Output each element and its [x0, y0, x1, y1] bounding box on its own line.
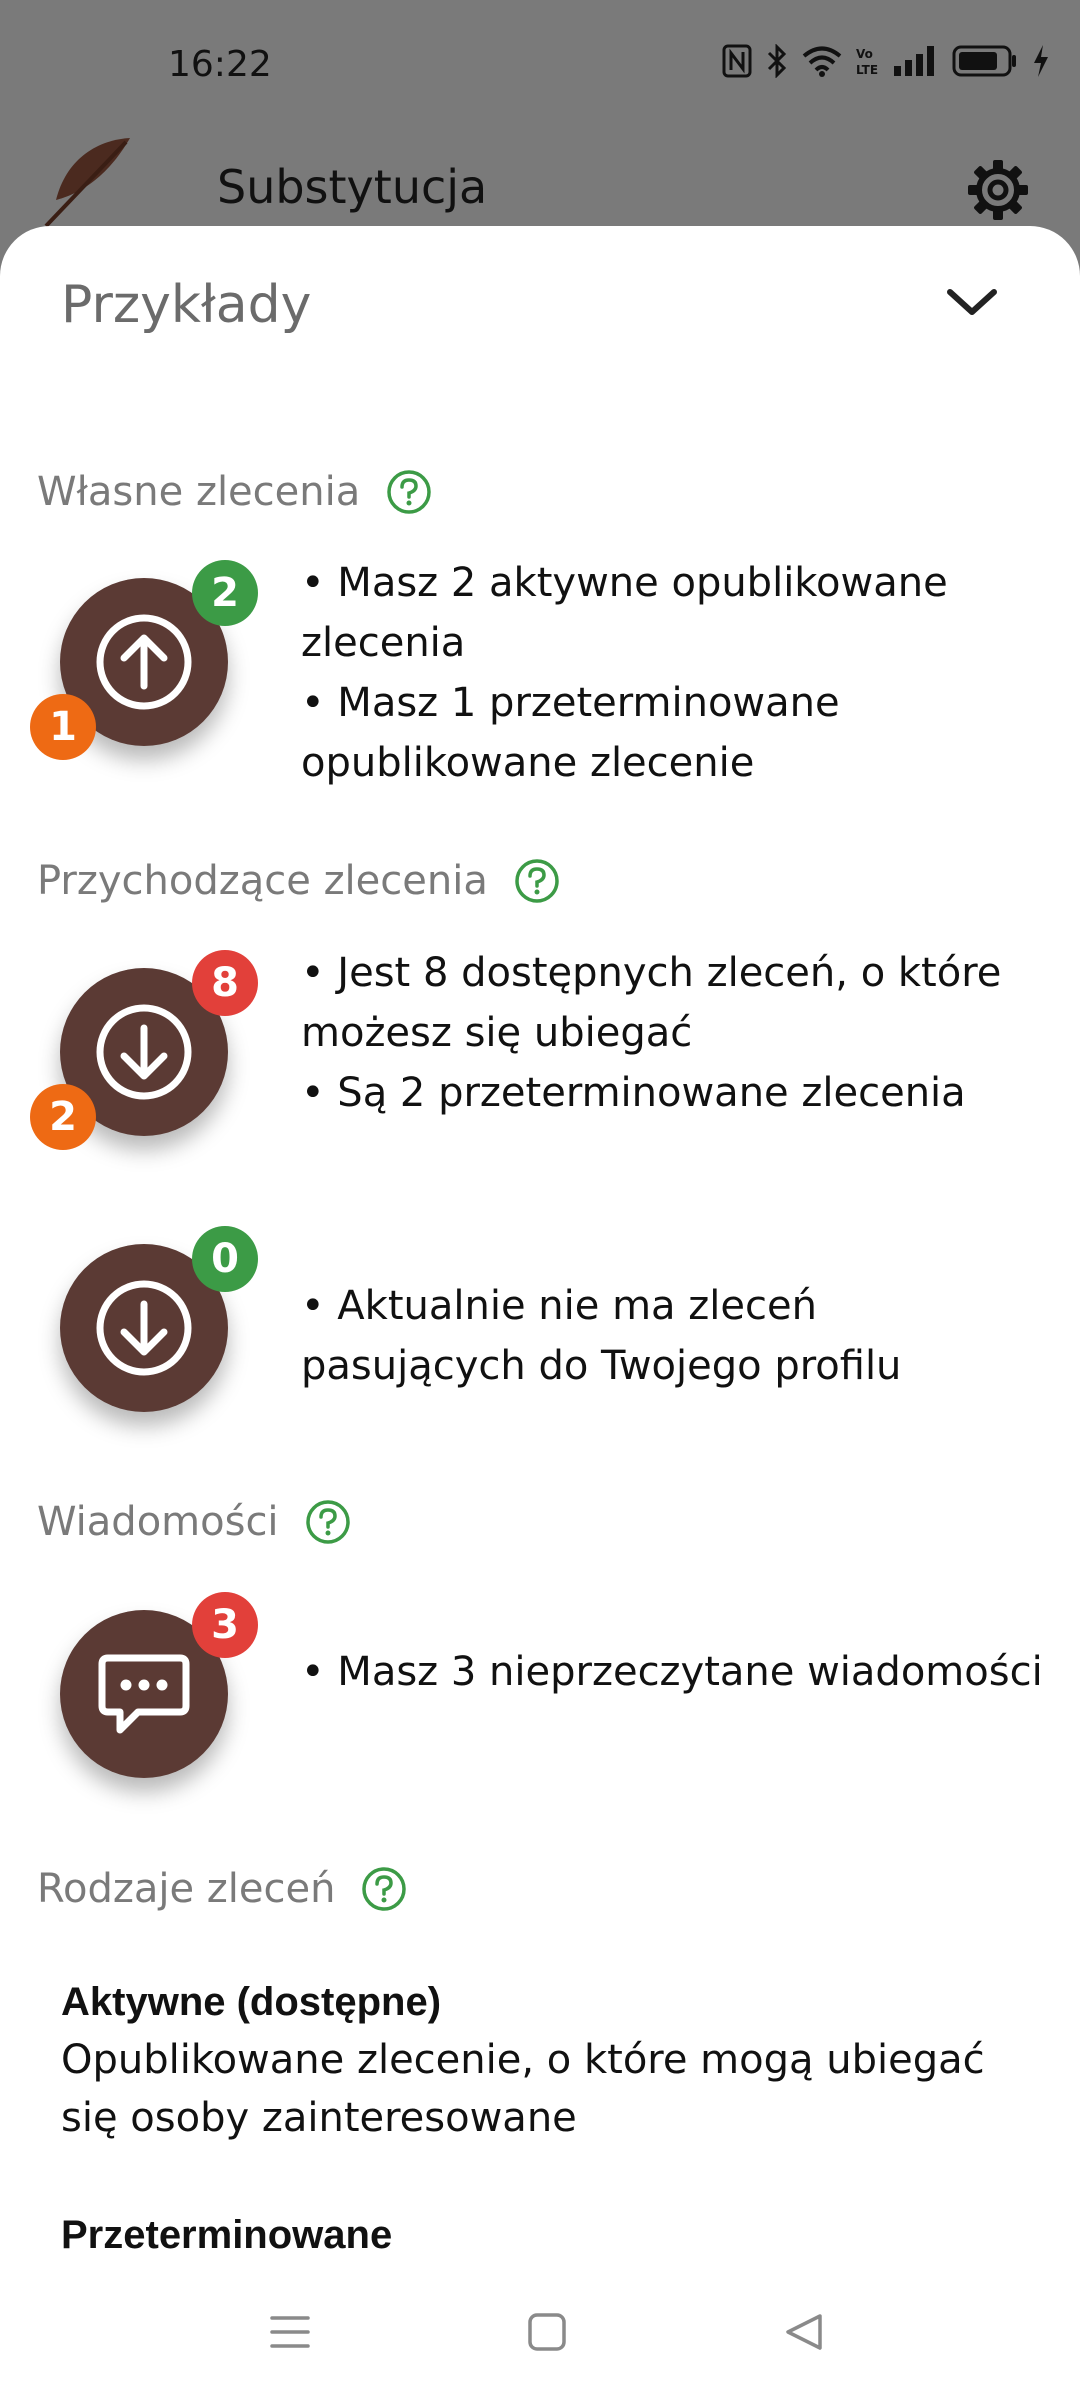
status-time: 16:22 [168, 44, 272, 85]
badge-expired-count: 1 [30, 694, 96, 760]
chevron-down-icon[interactable] [944, 282, 1000, 326]
arrow-down-circle-icon [96, 1004, 192, 1100]
svg-text:Vo: Vo [856, 47, 873, 61]
messages-description: • Masz 3 nieprzeczytane wiadomości [301, 1642, 1051, 1702]
help-icon[interactable] [514, 858, 560, 904]
description-line: • Aktualnie nie ma zleceń pasujących do … [301, 1283, 902, 1389]
section-label: Własne zlecenia [37, 469, 361, 515]
own-orders-description: • Masz 2 aktywne opublikowane zlecenia •… [301, 553, 1051, 793]
description-line: • Masz 2 aktywne opublikowane zlecenia [301, 560, 948, 666]
order-type-active: Aktywne (dostępne) Opublikowane zlecenie… [61, 1973, 1051, 2147]
help-icon[interactable] [361, 1866, 407, 1912]
incoming-orders-empty-description: • Aktualnie nie ma zleceń pasujących do … [301, 1276, 1051, 1396]
bluetooth-icon [767, 44, 787, 78]
app-title: Substytucja [217, 160, 488, 214]
section-label: Rodzaje zleceń [37, 1866, 336, 1912]
chat-bubble-icon [98, 1654, 190, 1734]
nfc-icon [722, 44, 752, 78]
badge-available-count: 8 [192, 950, 258, 1016]
feather-logo [36, 130, 136, 234]
section-label: Wiadomości [37, 1499, 279, 1545]
examples-sheet: Przykłady Własne zlecenia 2 1 • Masz 2 a… [0, 226, 1080, 2400]
status-bar: 16:22 Vo LTE [0, 0, 1080, 130]
description-line: • Są 2 przeterminowane zlecenia [301, 1070, 966, 1116]
description-line: • Jest 8 dostępnych zleceń, o które może… [301, 950, 1002, 1056]
order-type-term: Aktywne (dostępne) [61, 1980, 442, 2024]
section-own-orders-title: Własne zlecenia [37, 469, 432, 515]
arrow-up-circle-icon [96, 614, 192, 710]
badge-unread-count: 3 [192, 1592, 258, 1658]
home-square-icon[interactable] [525, 2310, 569, 2354]
order-type-term: Przeterminowane [61, 2213, 393, 2257]
description-line: • Masz 3 nieprzeczytane wiadomości [301, 1649, 1043, 1695]
badge-available-count: 0 [192, 1226, 258, 1292]
section-label: Przychodzące zlecenia [37, 858, 488, 904]
menu-icon[interactable] [268, 2310, 312, 2354]
arrow-down-circle-icon [96, 1280, 192, 1376]
section-order-types-title: Rodzaje zleceń [37, 1866, 407, 1912]
status-icons: Vo LTE [722, 44, 1050, 78]
volte-icon: Vo LTE [856, 47, 878, 77]
navigation-bar [0, 2270, 1080, 2400]
signal-icon [894, 46, 934, 76]
description-line: • Masz 1 przeterminowane opublikowane zl… [301, 680, 840, 786]
badge-active-count: 2 [192, 560, 258, 626]
battery-icon [952, 45, 1016, 77]
help-icon[interactable] [305, 1499, 351, 1545]
svg-text:LTE: LTE [856, 63, 878, 77]
order-type-definition: Opublikowane zlecenie, o które mogą ubie… [61, 2037, 985, 2141]
back-triangle-icon[interactable] [782, 2310, 826, 2354]
section-incoming-orders-title: Przychodzące zlecenia [37, 858, 560, 904]
badge-expired-count: 2 [30, 1084, 96, 1150]
wifi-icon [802, 46, 842, 77]
incoming-orders-description: • Jest 8 dostępnych zleceń, o które może… [301, 943, 1051, 1123]
help-icon[interactable] [386, 469, 432, 515]
section-messages-title: Wiadomości [37, 1499, 351, 1545]
sheet-title: Przykłady [61, 275, 312, 335]
gear-icon[interactable] [966, 158, 1030, 226]
order-type-expired: Przeterminowane [61, 2206, 1051, 2264]
charging-icon [1034, 45, 1048, 77]
